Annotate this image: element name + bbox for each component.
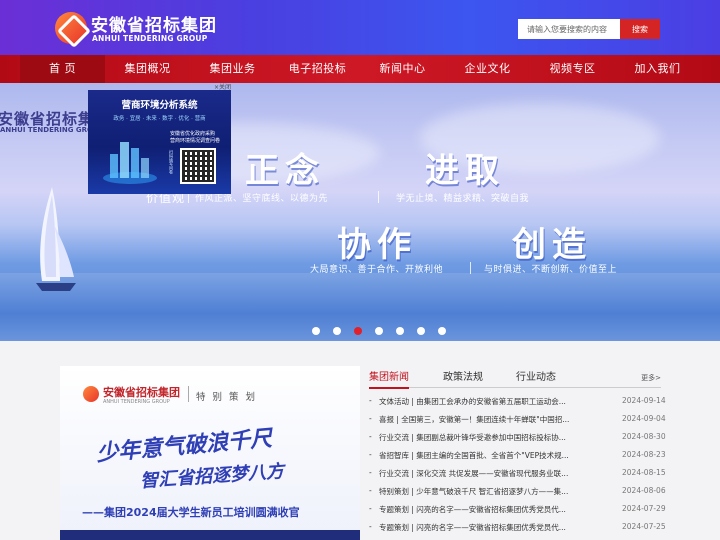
nav-item-overview[interactable]: 集团概况 [105, 55, 190, 83]
bullet-icon: - [369, 414, 372, 423]
logo-name-en: ANHUI TENDERING GROUP [92, 34, 208, 43]
promo-logo-icon [83, 386, 99, 402]
news-date: 2024-09-04 [622, 414, 666, 423]
logo-name-cn: 安徽省招标集团 [91, 16, 217, 36]
news-item[interactable]: - 喜报 | 全国第三，安徽第一！集团连续十年蝉联"中国招... 2024-09-0… [369, 412, 666, 430]
news-item[interactable]: - 行业交流 | 深化交流 共促发展——安徽省现代服务业联... 2024-08-1… [369, 466, 666, 484]
news-date: 2024-07-29 [622, 504, 666, 513]
value-word-zhengnian: 正念 [245, 151, 325, 191]
nav-item-video[interactable]: 视频专区 [530, 55, 615, 83]
tab-industry[interactable]: 行业动态 [516, 368, 556, 383]
carousel-dot[interactable] [312, 327, 320, 335]
bullet-icon: - [369, 522, 372, 531]
popup-note-line: 安徽省优化政府采购 [170, 131, 216, 137]
nav-item-business[interactable]: 集团业务 [190, 55, 275, 83]
popup-title: 营商环境分析系统 [121, 100, 198, 111]
logo-mark-icon [55, 12, 87, 44]
promo-caption: ——集团2024届大学生新员工培训圆满收官 [82, 506, 300, 519]
popup-note: 安徽省优化政府采购 营商环境情况调查问卷 [170, 131, 230, 145]
bullet-icon: - [369, 432, 372, 441]
tab-policy[interactable]: 政策法规 [443, 368, 483, 383]
news-item[interactable]: - 特别策划 | 少年意气破浪千尺 智汇省招逐梦八方——集... 2024-08-0… [369, 484, 666, 502]
news-more-link[interactable]: 更多> [641, 373, 661, 383]
news-tabs: 集团新闻 政策法规 行业动态 更多> [369, 366, 661, 389]
carousel-dot[interactable] [438, 327, 446, 335]
news-title[interactable]: 行业交流 | 深化交流 共促发展——安徽省现代服务业联... [379, 468, 585, 479]
news-date: 2024-08-06 [622, 486, 666, 495]
value-word-xiezuo: 协作 [337, 225, 417, 265]
search-button[interactable]: 搜索 [620, 19, 660, 39]
nav-item-home[interactable]: 首 页 [20, 55, 105, 83]
value-desc-jinqu: 学无止境、精益求精、突破自我 [396, 194, 530, 204]
survey-popup-ad[interactable]: 营商环境分析系统 政务 · 宜居 · 未来 · 数字 · 优化 · 营商 安徽省… [88, 90, 231, 194]
bullet-icon: - [369, 504, 372, 513]
news-panel: 集团新闻 政策法规 行业动态 更多> - 文体活动 | 由集团工会承办的安徽省第五… [369, 366, 666, 540]
nav-item-join-us[interactable]: 加入我们 [615, 55, 700, 83]
carousel-indicators [312, 327, 446, 335]
value-divider [378, 191, 379, 203]
news-item[interactable]: - 行业交流 | 集团副总裁叶锋华受邀参加中国招标投标协... 2024-08-30 [369, 430, 666, 448]
news-item[interactable]: - 省招智库 | 集团主编的全国首批、全省首个"VEP技术规... 2024-08-… [369, 448, 666, 466]
news-date: 2024-08-15 [622, 468, 666, 477]
promo-slogan-line2: 智汇省招逐梦八方 [139, 460, 285, 492]
bullet-icon: - [369, 396, 372, 405]
city-skyline-icon [103, 142, 157, 184]
news-list: - 文体活动 | 由集团工会承办的安徽省第五届职工运动会... 2024-09-14… [369, 394, 666, 538]
popup-subtitle: 政务 · 宜居 · 未来 · 数字 · 优化 · 营商 [113, 116, 206, 122]
news-item[interactable]: - 专题策划 | 闪亮的名字——安徽省招标集团优秀党员代... 2024-07-25 [369, 520, 666, 538]
news-date: 2024-07-25 [622, 522, 666, 531]
promo-divider [188, 386, 189, 402]
bullet-icon: - [369, 450, 372, 459]
news-title[interactable]: 专题策划 | 闪亮的名字——安徽省招标集团优秀党员代... [379, 522, 585, 533]
nav-item-culture[interactable]: 企业文化 [445, 55, 530, 83]
promo-bottom-bar [60, 530, 360, 540]
bullet-icon: - [369, 468, 372, 477]
news-date: 2024-08-23 [622, 450, 666, 459]
qr-code-icon [180, 148, 216, 184]
value-desc-chuangzao: 与时俱进、不断创新、价值至上 [484, 265, 618, 275]
promo-logo-cn: 安徽省招标集团 [103, 386, 180, 399]
bullet-icon: - [369, 486, 372, 495]
carousel-dot-active[interactable] [354, 327, 362, 335]
value-word-chuangzao: 创造 [512, 225, 592, 265]
news-title[interactable]: 文体活动 | 由集团工会承办的安徽省第五届职工运动会... [379, 396, 585, 407]
qr-caption: 扫码填写问卷 [169, 150, 174, 174]
news-item[interactable]: - 文体活动 | 由集团工会承办的安徽省第五届职工运动会... 2024-09-14 [369, 394, 666, 412]
sailboat-icon [36, 187, 76, 291]
carousel-dot[interactable] [396, 327, 404, 335]
search-input[interactable] [518, 19, 620, 39]
value-word-jinqu: 进取 [425, 151, 505, 191]
site-logo[interactable]: 安徽省招标集团 ANHUI TENDERING GROUP [55, 10, 216, 46]
carousel-dot[interactable] [333, 327, 341, 335]
news-title[interactable]: 省招智库 | 集团主编的全国首批、全省首个"VEP技术规... [379, 450, 585, 461]
nav-item-news[interactable]: 新闻中心 [360, 55, 445, 83]
value-divider [470, 262, 471, 274]
news-date: 2024-09-14 [622, 396, 666, 405]
carousel-dot[interactable] [417, 327, 425, 335]
news-title[interactable]: 喜报 | 全国第三，安徽第一！集团连续十年蝉联"中国招... [379, 414, 585, 425]
promo-tag: 特别策划 [196, 392, 263, 403]
news-title[interactable]: 专题策划 | 闪亮的名字——安徽省招标集团优秀党员代... [379, 504, 585, 515]
news-item[interactable]: - 专题策划 | 闪亮的名字——安徽省招标集团优秀党员代... 2024-07-29 [369, 502, 666, 520]
main-nav: 首 页 集团概况 集团业务 电子招投标 新闻中心 企业文化 视频专区 加入我们 [0, 55, 720, 83]
tab-group-news[interactable]: 集团新闻 [369, 368, 409, 389]
promo-feature-image[interactable]: 安徽省招标集团 ANHUI TENDERING GROUP 特别策划 少年意气破… [60, 366, 360, 540]
news-date: 2024-08-30 [622, 432, 666, 441]
site-header: 安徽省招标集团 ANHUI TENDERING GROUP 搜索 [0, 0, 720, 55]
nav-item-e-bidding[interactable]: 电子招投标 [275, 55, 360, 83]
popup-note-line: 营商环境情况调查问卷 [170, 138, 221, 144]
promo-logo-en: ANHUI TENDERING GROUP [103, 399, 170, 405]
news-title[interactable]: 特别策划 | 少年意气破浪千尺 智汇省招逐梦八方——集... [379, 486, 585, 497]
news-title[interactable]: 行业交流 | 集团副总裁叶锋华受邀参加中国招标投标协... [379, 432, 585, 443]
value-desc-xiezuo: 大局意识、善于合作、开放利他 [310, 265, 444, 275]
carousel-dot[interactable] [375, 327, 383, 335]
